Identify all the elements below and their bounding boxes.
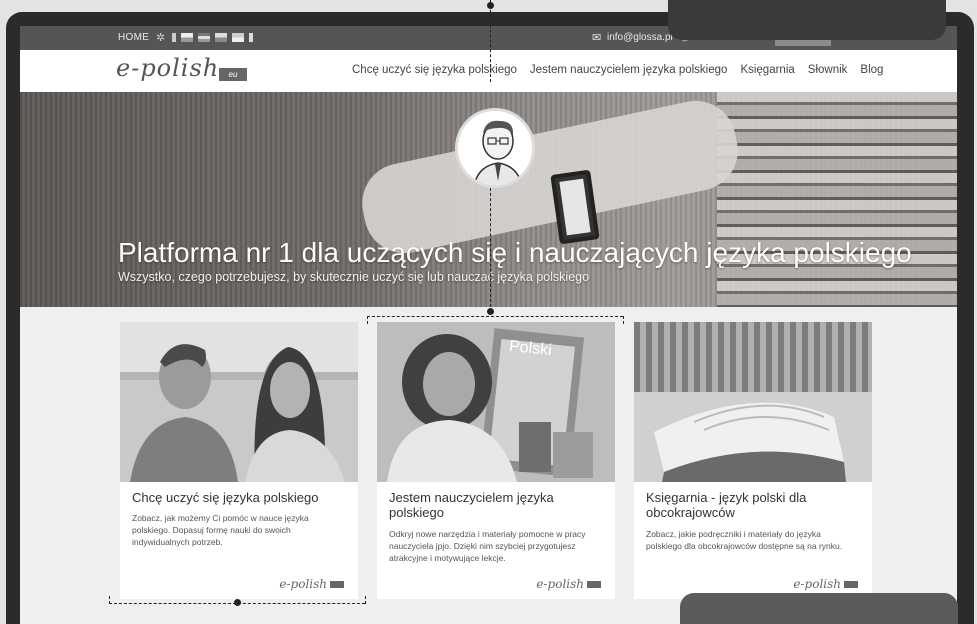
nav-item-dictionary[interactable]: Słownik: [808, 64, 848, 76]
card-logo: e-polish: [536, 577, 601, 591]
teacher-photo: [377, 322, 615, 482]
nav-item-bookstore[interactable]: Księgarnia: [740, 64, 794, 76]
nav-item-learn[interactable]: Chcę uczyć się języka polskiego: [352, 64, 517, 76]
card-title[interactable]: Chcę uczyć się języka polskiego: [132, 490, 348, 505]
logo-badge: eu: [219, 68, 247, 81]
language-flags: [172, 33, 253, 42]
flag-icon[interactable]: [215, 33, 227, 42]
email-link[interactable]: info@glossa.pl: [607, 32, 673, 43]
card-title[interactable]: Jestem nauczycielem języka polskiego: [389, 490, 605, 520]
students-photo: [120, 322, 358, 482]
guide-line: [490, 188, 491, 312]
flag-icon[interactable]: [172, 33, 176, 42]
card-learn[interactable]: Chcę uczyć się języka polskiego Zobacz, …: [120, 322, 358, 599]
home-link[interactable]: HOME: [118, 32, 149, 43]
flag-icon[interactable]: [198, 33, 210, 42]
card-bookstore[interactable]: Księgarnia - język polski dla obcokrajow…: [634, 322, 872, 599]
card-photo: [120, 322, 358, 482]
hero-subtitle: Wszystko, czego potrzebujesz, by skutecz…: [118, 270, 590, 284]
guide-line: [365, 596, 366, 604]
guide-dot: [487, 308, 494, 315]
site-header: e-polish eu Chcę uczyć się języka polski…: [20, 50, 957, 92]
card-text: Odkryj nowe narzędzia i materiały pomocn…: [389, 529, 586, 563]
flag-icon[interactable]: [181, 33, 193, 42]
bookshelf-image: [717, 92, 957, 307]
flag-icon[interactable]: [249, 33, 253, 42]
nav-item-blog[interactable]: Blog: [860, 64, 883, 76]
guide-line: [367, 316, 623, 317]
card-logo: e-polish: [793, 577, 858, 591]
guide-dot: [234, 599, 241, 606]
card-photo: [634, 322, 872, 482]
card-photo: Polski: [377, 322, 615, 482]
nav-item-teacher[interactable]: Jestem nauczycielem języka polskiego: [530, 64, 728, 76]
hero-title: Platforma nr 1 dla uczących się i naucza…: [118, 237, 912, 268]
card-text: Zobacz, jak możemy Ci pomóc w nauce języ…: [132, 513, 309, 547]
guide-dot: [487, 2, 494, 9]
flag-icon[interactable]: [232, 33, 244, 42]
globe-icon: ✲: [156, 32, 166, 44]
card-teacher[interactable]: Polski Jestem nauczycielem języka polski…: [377, 322, 615, 599]
guide-line: [109, 596, 110, 604]
guide-line: [490, 0, 491, 82]
guide-line: [623, 316, 624, 324]
bottom-tab: [680, 593, 958, 624]
guide-line: [367, 316, 368, 324]
card-text: Zobacz, jakie podręczniki i materiały do…: [646, 529, 843, 551]
site-logo[interactable]: e-polish: [116, 54, 219, 82]
avatar: [455, 108, 535, 188]
website-screen: HOME ✲ ✉ info@glossa.pl ✆ +48 12 429 40 …: [20, 26, 957, 624]
card-logo: e-polish: [279, 577, 344, 591]
card-title[interactable]: Księgarnia - język polski dla obcokrajow…: [646, 490, 862, 520]
book-photo: [634, 322, 872, 482]
laptop-frame: HOME ✲ ✉ info@glossa.pl ✆ +48 12 429 40 …: [0, 0, 977, 624]
main-nav: Chcę uczyć się języka polskiego Jestem n…: [352, 64, 883, 76]
mail-icon: ✉: [592, 32, 602, 44]
top-tab: [668, 0, 946, 40]
